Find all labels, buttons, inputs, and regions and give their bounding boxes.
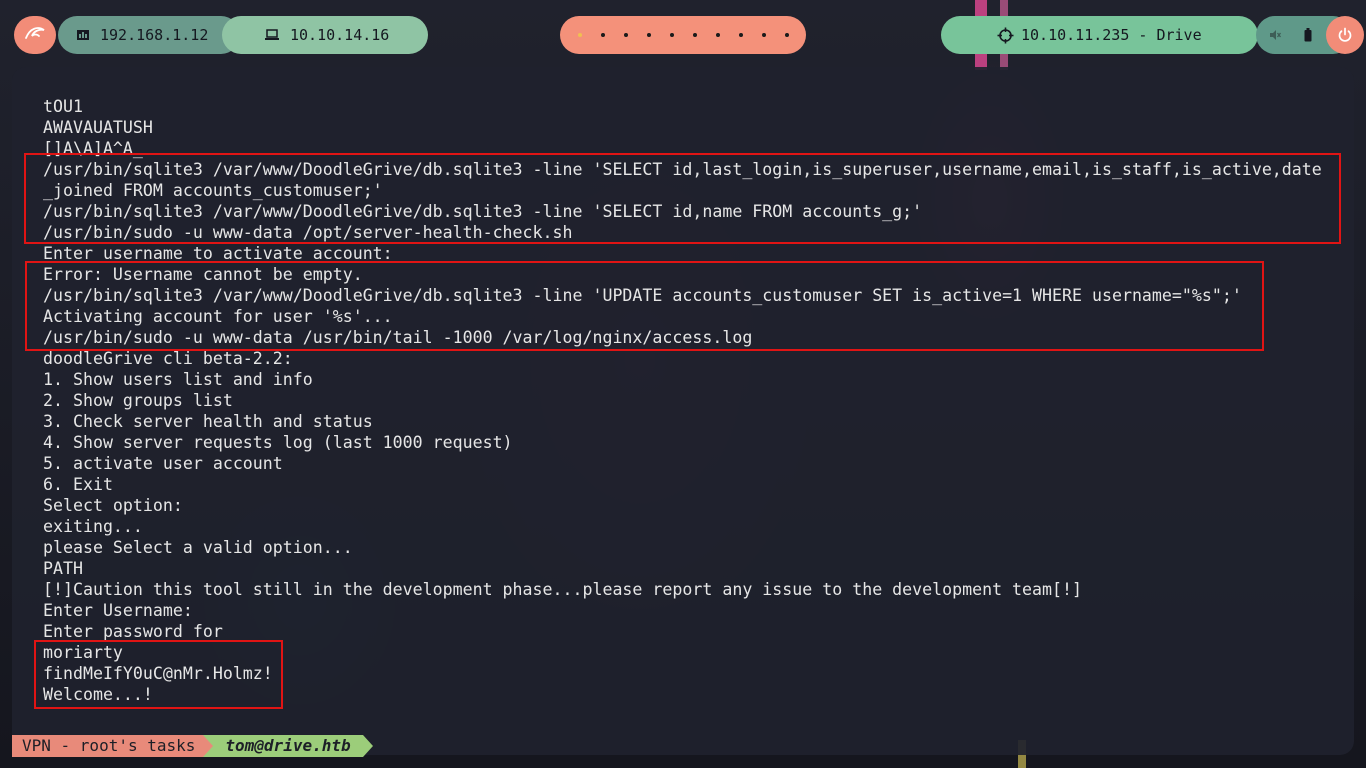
highlight-box-queries — [24, 153, 1341, 244]
workspace-indicator[interactable] — [715, 33, 720, 37]
workspace-indicator[interactable] — [669, 33, 674, 37]
local-ip-widget[interactable]: 192.168.1.12 — [58, 16, 240, 54]
terminal-line: 5. activate user account — [43, 454, 283, 473]
terminal-line: 4. Show server requests log (last 1000 r… — [43, 433, 513, 452]
top-panel: 192.168.1.12 10.10.14.16 10.10.11.235 - … — [0, 0, 1366, 70]
user-host: tom@drive.htb — [213, 735, 363, 757]
battery-icon[interactable] — [1302, 26, 1314, 44]
workspace-indicator[interactable] — [738, 33, 743, 37]
terminal-line: 3. Check server health and status — [43, 412, 373, 431]
terminal-line: [!]Caution this tool still in the develo… — [43, 580, 1082, 599]
vpn-ip-label: 10.10.14.16 — [290, 26, 390, 44]
workspace-indicator[interactable] — [577, 33, 582, 37]
terminal-line: please Select a valid option... — [43, 538, 353, 557]
terminal-line: exiting... — [43, 517, 143, 536]
workspace-indicator[interactable] — [692, 33, 697, 37]
terminal-line: PATH — [43, 559, 83, 578]
power-icon — [1337, 27, 1353, 43]
powerline-separator — [362, 735, 373, 757]
powerline-separator — [203, 735, 214, 757]
workspace-indicator[interactable] — [646, 33, 651, 37]
target-widget[interactable]: 10.10.11.235 - Drive — [941, 16, 1258, 54]
workspace-switcher[interactable] — [560, 16, 806, 54]
tmux-status-bar: VPN - root's tasks tom@drive.htb — [12, 735, 373, 757]
network-card-icon — [76, 28, 90, 42]
terminal-line: AWAVAUATUSH — [43, 118, 153, 137]
workspace-indicator[interactable] — [784, 33, 789, 37]
terminal-line: doodleGrive cli beta-2.2: — [43, 349, 293, 368]
terminal-line: 6. Exit — [43, 475, 113, 494]
vpn-ip-widget[interactable]: 10.10.14.16 — [222, 16, 428, 54]
kali-dragon-icon — [24, 24, 46, 46]
workspace-indicator[interactable] — [623, 33, 628, 37]
terminal-line: Enter password for — [43, 622, 223, 641]
menu-button[interactable] — [14, 16, 56, 54]
terminal-line: tOU1 — [43, 97, 83, 116]
power-button[interactable] — [1326, 16, 1364, 54]
workspace-indicator[interactable] — [761, 33, 766, 37]
target-label: 10.10.11.235 - Drive — [1021, 26, 1202, 44]
workspace-indicator[interactable] — [600, 33, 605, 37]
session-name[interactable]: VPN - root's tasks — [12, 735, 204, 757]
volume-muted-icon[interactable] — [1268, 27, 1282, 43]
local-ip-label: 192.168.1.12 — [100, 26, 209, 44]
highlight-box-activate — [25, 261, 1264, 351]
terminal-line: Enter Username: — [43, 601, 193, 620]
highlight-box-credentials — [34, 640, 283, 709]
terminal-line: 2. Show groups list — [43, 391, 233, 410]
terminal-line: 1. Show users list and info — [43, 370, 313, 389]
crosshair-icon — [997, 27, 1014, 44]
laptop-icon — [264, 29, 280, 41]
terminal-line: Select option: — [43, 496, 183, 515]
